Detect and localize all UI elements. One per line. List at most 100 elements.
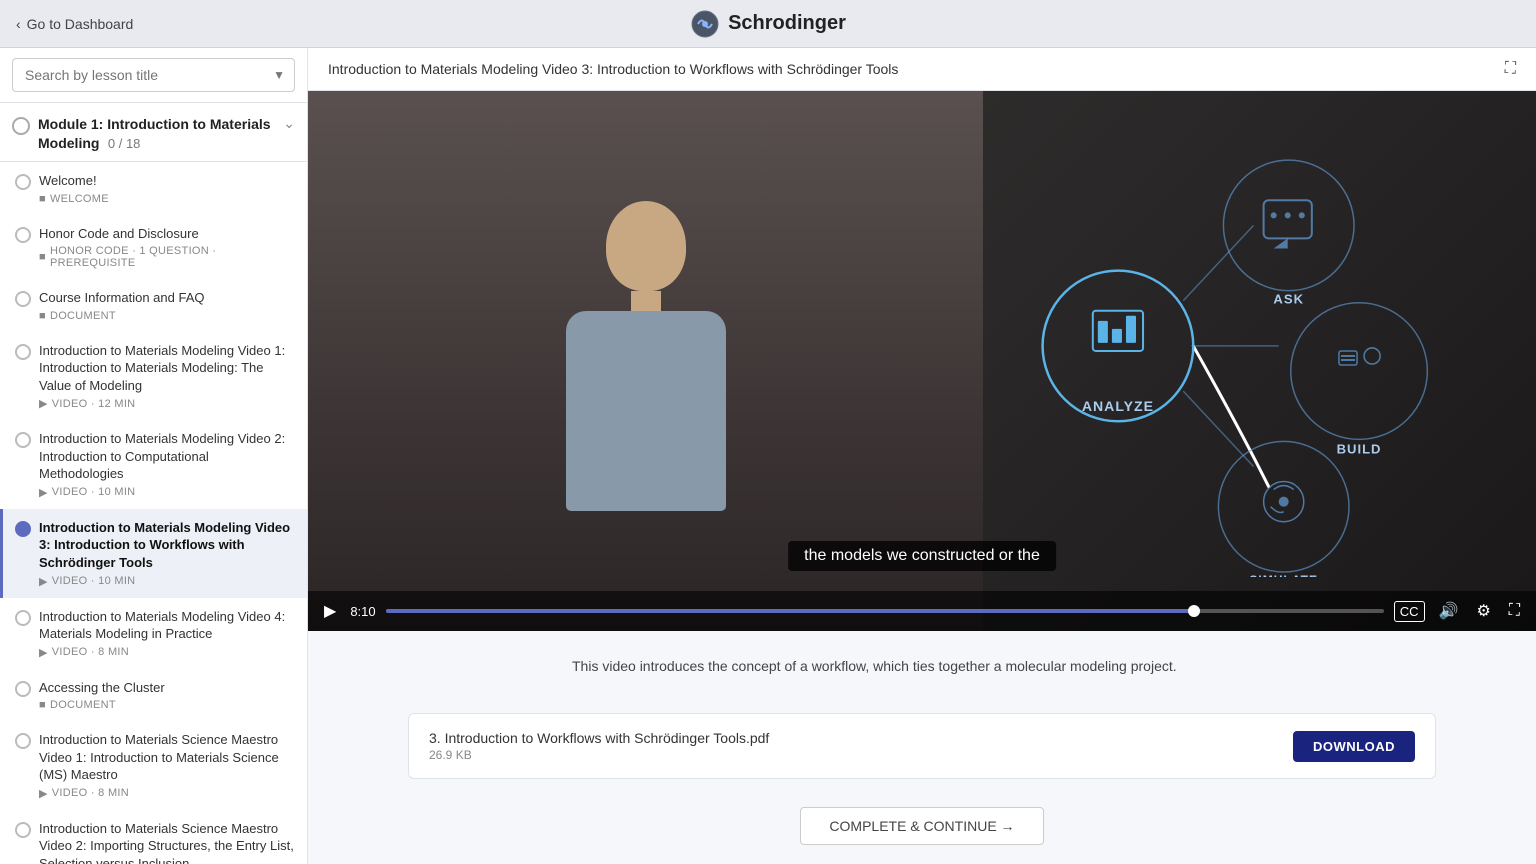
download-button[interactable]: DOWNLOAD <box>1293 731 1415 762</box>
module-title: Module 1: Introduction to Materials Mode… <box>38 116 271 151</box>
module-collapse-icon[interactable]: ⌄ <box>283 115 295 132</box>
module-progress: 0 / 18 <box>108 136 141 151</box>
video-icon: ▶ <box>39 646 48 659</box>
lesson-item-maestro-video2[interactable]: Introduction to Materials Science Maestr… <box>0 810 307 864</box>
lesson-meta-text: DOCUMENT <box>50 699 116 711</box>
lesson-meta: ▶ VIDEO · 8 MIN <box>39 787 295 800</box>
lesson-circle-active <box>15 521 31 537</box>
lesson-title: Introduction to Materials Modeling Video… <box>39 342 295 395</box>
lesson-meta-text: VIDEO · 8 MIN <box>52 646 129 658</box>
lesson-meta: ▶ VIDEO · 10 MIN <box>39 575 295 588</box>
lesson-meta-text: DOCUMENT <box>50 310 116 322</box>
quiz-icon: ■ <box>39 251 46 263</box>
download-info: 3. Introduction to Workflows with Schröd… <box>429 730 1293 762</box>
lesson-title: Welcome! <box>39 172 295 190</box>
fullscreen-button[interactable]: ⛶ <box>1505 600 1524 622</box>
description-area: This video introduces the concept of a w… <box>308 631 1536 701</box>
lesson-meta: ▶ VIDEO · 10 MIN <box>39 486 295 499</box>
lesson-meta: ▶ VIDEO · 8 MIN <box>39 646 295 659</box>
time-display: 8:10 <box>350 604 375 619</box>
presenter-neck <box>631 291 661 311</box>
description-text: This video introduces the concept of a w… <box>572 655 1272 677</box>
lesson-circle <box>15 681 31 697</box>
workflow-diagram: ANALYZE ASK <box>922 145 1475 577</box>
video-icon: ▶ <box>39 397 48 410</box>
lesson-meta: ■ WELCOME <box>39 193 295 205</box>
svg-text:ASK: ASK <box>1273 292 1304 307</box>
lesson-header-title: Introduction to Materials Modeling Video… <box>328 61 898 77</box>
back-to-dashboard-button[interactable]: ‹ Go to Dashboard <box>16 16 133 32</box>
lesson-item-welcome[interactable]: Welcome! ■ WELCOME <box>0 162 307 215</box>
lesson-item-accessing-cluster[interactable]: Accessing the Cluster ■ DOCUMENT <box>0 669 307 722</box>
lesson-item-video4[interactable]: Introduction to Materials Modeling Video… <box>0 598 307 669</box>
sidebar: ▼ Module 1: Introduction to Materials Mo… <box>0 48 308 864</box>
video-icon: ▶ <box>39 575 48 588</box>
download-filename: 3. Introduction to Workflows with Schröd… <box>429 730 1293 746</box>
progress-bar-fill <box>386 609 1194 613</box>
lesson-circle <box>15 291 31 307</box>
main-content: Introduction to Materials Modeling Video… <box>308 48 1536 864</box>
play-pause-button[interactable]: ▶ <box>320 599 340 623</box>
lesson-info: Honor Code and Disclosure ■ HONOR CODE ·… <box>39 225 295 270</box>
lesson-info: Introduction to Materials Modeling Video… <box>39 430 295 499</box>
lesson-item-honor-code[interactable]: Honor Code and Disclosure ■ HONOR CODE ·… <box>0 215 307 280</box>
lesson-meta: ■ DOCUMENT <box>39 310 295 322</box>
lesson-title: Introduction to Materials Modeling Video… <box>39 608 295 643</box>
lesson-meta: ■ DOCUMENT <box>39 699 295 711</box>
lesson-meta-text: HONOR CODE · 1 QUESTION · PREREQUISITE <box>50 245 295 269</box>
schrodinger-logo-icon <box>690 9 720 39</box>
lesson-meta: ■ HONOR CODE · 1 QUESTION · PREREQUISITE <box>39 245 295 269</box>
complete-bar: COMPLETE & CONTINUE → <box>308 791 1536 861</box>
lesson-item-video2[interactable]: Introduction to Materials Modeling Video… <box>0 420 307 509</box>
lesson-info: Accessing the Cluster ■ DOCUMENT <box>39 679 295 712</box>
svg-text:ANALYZE: ANALYZE <box>1082 398 1154 414</box>
lesson-info: Introduction to Materials Modeling Video… <box>39 608 295 659</box>
workflow-svg: ANALYZE ASK <box>922 145 1475 577</box>
presenter-head <box>606 201 686 291</box>
lesson-title: Introduction to Materials Science Maestr… <box>39 820 295 864</box>
video-controls: ▶ 8:10 CC 🔊 ⚙ ⛶ <box>308 591 1536 631</box>
document-icon: ■ <box>39 193 46 205</box>
svg-text:BUILD: BUILD <box>1337 441 1382 456</box>
lesson-item-video3-active[interactable]: Introduction to Materials Modeling Video… <box>0 509 307 598</box>
lesson-item-video1[interactable]: Introduction to Materials Modeling Video… <box>0 332 307 421</box>
chevron-left-icon: ‹ <box>16 16 21 32</box>
video-container: ANALYZE ASK <box>308 91 1536 631</box>
settings-button[interactable]: ⚙ <box>1472 599 1494 623</box>
video-icon: ▶ <box>39 486 48 499</box>
progress-dot <box>1188 605 1200 617</box>
volume-button[interactable]: 🔊 <box>1435 599 1463 623</box>
search-input[interactable] <box>12 58 295 92</box>
lesson-meta-text: WELCOME <box>50 193 109 205</box>
video-background: ANALYZE ASK <box>308 91 1536 631</box>
sidebar-search-area: ▼ <box>0 48 307 103</box>
module-progress-circle <box>12 117 30 135</box>
lesson-title: Honor Code and Disclosure <box>39 225 295 243</box>
complete-continue-button[interactable]: COMPLETE & CONTINUE → <box>800 807 1043 845</box>
lesson-header-bar: Introduction to Materials Modeling Video… <box>308 48 1536 91</box>
lesson-title: Course Information and FAQ <box>39 289 295 307</box>
lesson-info: Course Information and FAQ ■ DOCUMENT <box>39 289 295 322</box>
lesson-title: Introduction to Materials Science Maestr… <box>39 731 295 784</box>
lesson-circle <box>15 227 31 243</box>
lesson-circle <box>15 174 31 190</box>
lesson-title: Introduction to Materials Modeling Video… <box>39 519 295 572</box>
expand-icon[interactable]: ⛶ <box>1505 60 1516 78</box>
lesson-meta-text: VIDEO · 8 MIN <box>52 787 129 799</box>
lesson-item-maestro-video1[interactable]: Introduction to Materials Science Maestr… <box>0 721 307 810</box>
logo-area: Schrodinger <box>690 9 846 39</box>
video-subtitle: the models we constructed or the <box>788 541 1056 571</box>
lesson-circle <box>15 822 31 838</box>
document-icon: ■ <box>39 310 46 322</box>
lesson-circle <box>15 733 31 749</box>
lesson-circle <box>15 432 31 448</box>
video-progress-bar[interactable] <box>386 609 1384 613</box>
presenter-figure <box>546 201 746 541</box>
download-card: 3. Introduction to Workflows with Schröd… <box>408 713 1436 779</box>
video-icon: ▶ <box>39 787 48 800</box>
lesson-meta: ▶ VIDEO · 12 MIN <box>39 397 295 410</box>
search-dropdown-icon[interactable]: ▼ <box>273 68 285 82</box>
cc-button[interactable]: CC <box>1394 601 1425 622</box>
lesson-item-course-info[interactable]: Course Information and FAQ ■ DOCUMENT <box>0 279 307 332</box>
lesson-meta-text: VIDEO · 10 MIN <box>52 486 136 498</box>
